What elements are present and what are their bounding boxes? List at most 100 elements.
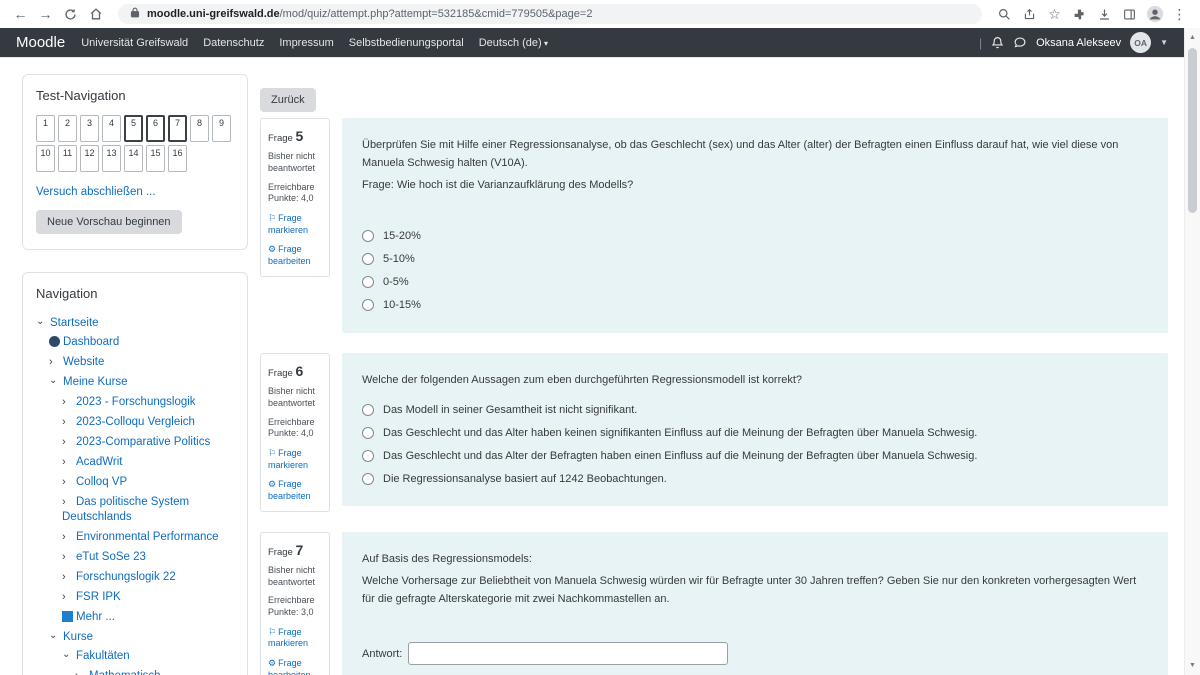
question-number-button[interactable]: 4: [102, 115, 121, 142]
question-number-button[interactable]: 8: [190, 115, 209, 142]
scrollbar-thumb[interactable]: [1188, 48, 1197, 213]
tree-item-link[interactable]: AcadWrit: [76, 456, 122, 468]
question-number-button[interactable]: 3: [80, 115, 99, 142]
question-number-button[interactable]: 6: [146, 115, 165, 142]
tree-item-link[interactable]: FSR IPK: [76, 591, 121, 603]
question-number-button[interactable]: 10: [36, 145, 55, 172]
edit-question-link[interactable]: ⚙Frage bearbeiten: [268, 479, 322, 502]
flag-question-link[interactable]: ⚐Frage markieren: [268, 213, 322, 236]
messages-icon[interactable]: [1013, 36, 1027, 49]
share-icon[interactable]: [1017, 3, 1042, 25]
download-icon[interactable]: [1092, 3, 1117, 25]
question-number-button[interactable]: 16: [168, 145, 187, 172]
navbar-link[interactable]: Datenschutz: [203, 37, 264, 49]
scroll-down-icon[interactable]: ▼: [1185, 658, 1200, 673]
tree-item-link[interactable]: Mathematisch-Naturwissenschaftliche Faku…: [75, 670, 193, 675]
answer-option[interactable]: Das Modell in seiner Gesamtheit ist nich…: [362, 398, 1148, 421]
edit-question-link[interactable]: ⚙Frage bearbeiten: [268, 658, 322, 675]
answer-option[interactable]: 0-5%: [362, 271, 1148, 294]
back-icon[interactable]: ←: [8, 3, 33, 25]
navbar-link[interactable]: Impressum: [279, 37, 333, 49]
user-name[interactable]: Oksana Alekseev: [1036, 37, 1121, 49]
tree-marker-icon[interactable]: [62, 570, 76, 584]
radio-button-icon[interactable]: [362, 404, 374, 416]
tree-marker-icon[interactable]: [36, 317, 50, 330]
tree-marker-icon[interactable]: [62, 395, 76, 409]
answer-option[interactable]: 5-10%: [362, 248, 1148, 271]
scroll-up-icon[interactable]: ▲: [1185, 30, 1200, 45]
finish-attempt-link[interactable]: Versuch abschließen ...: [36, 186, 234, 198]
tree-item-link[interactable]: 2023-Comparative Politics: [76, 436, 210, 448]
tree-item-link[interactable]: 2023 - Forschungslogik: [76, 396, 196, 408]
navbar-link[interactable]: Universität Greifswald: [81, 37, 188, 49]
tree-marker-icon[interactable]: [75, 669, 89, 675]
radio-button-icon[interactable]: [362, 473, 374, 485]
flag-question-link[interactable]: ⚐Frage markieren: [268, 448, 322, 471]
address-bar[interactable]: moodle.uni-greifswald.de/mod/quiz/attemp…: [118, 4, 982, 24]
tree-item-link[interactable]: Forschungslogik 22: [76, 571, 176, 583]
radio-button-icon[interactable]: [362, 450, 374, 462]
moodle-brand[interactable]: Moodle: [16, 34, 65, 51]
answer-option[interactable]: 10-15%: [362, 294, 1148, 317]
tree-marker-icon[interactable]: [49, 355, 63, 369]
radio-button-icon[interactable]: [362, 276, 374, 288]
question-number-button[interactable]: 14: [124, 145, 143, 172]
tree-item-link[interactable]: Startseite: [50, 317, 99, 329]
back-button[interactable]: Zurück: [260, 88, 316, 112]
radio-button-icon[interactable]: [362, 427, 374, 439]
tree-marker-icon[interactable]: [49, 336, 63, 349]
tree-marker-icon[interactable]: [62, 611, 76, 624]
tree-marker-icon[interactable]: [62, 495, 76, 509]
side-panel-icon[interactable]: [1117, 3, 1142, 25]
flag-question-link[interactable]: ⚐Frage markieren: [268, 627, 322, 650]
answer-option[interactable]: Das Geschlecht und das Alter der Befragt…: [362, 444, 1148, 467]
tree-marker-icon[interactable]: [49, 376, 63, 389]
reload-icon[interactable]: [58, 3, 83, 25]
notifications-bell-icon[interactable]: [991, 36, 1004, 49]
radio-button-icon[interactable]: [362, 299, 374, 311]
user-menu-caret-icon[interactable]: ▼: [1160, 38, 1168, 47]
page-scrollbar[interactable]: ▲ ▼: [1184, 28, 1200, 675]
radio-button-icon[interactable]: [362, 230, 374, 242]
navbar-link[interactable]: Deutsch (de): [479, 37, 548, 49]
extensions-icon[interactable]: [1067, 3, 1092, 25]
tree-marker-icon[interactable]: [62, 435, 76, 449]
tree-marker-icon[interactable]: [62, 590, 76, 604]
tree-marker-icon[interactable]: [49, 631, 63, 644]
tree-item-link[interactable]: eTut SoSe 23: [76, 551, 146, 563]
home-icon[interactable]: [83, 3, 108, 25]
tree-item-link[interactable]: Fakultäten: [76, 650, 130, 662]
question-number-button[interactable]: 12: [80, 145, 99, 172]
profile-icon[interactable]: [1142, 3, 1167, 25]
answer-input[interactable]: [408, 642, 728, 665]
question-number-button[interactable]: 1: [36, 115, 55, 142]
tree-marker-icon[interactable]: [62, 550, 76, 564]
tree-marker-icon[interactable]: [62, 475, 76, 489]
answer-option[interactable]: 15-20%: [362, 225, 1148, 248]
edit-question-link[interactable]: ⚙Frage bearbeiten: [268, 244, 322, 267]
question-number-button[interactable]: 2: [58, 115, 77, 142]
navbar-link[interactable]: Selbstbedienungsportal: [349, 37, 464, 49]
new-preview-button[interactable]: Neue Vorschau beginnen: [36, 210, 182, 234]
tree-item-link[interactable]: Dashboard: [63, 336, 119, 348]
answer-option[interactable]: Das Geschlecht und das Alter haben keine…: [362, 421, 1148, 444]
tree-marker-icon[interactable]: [62, 650, 76, 663]
tree-item-link[interactable]: Meine Kurse: [63, 376, 128, 388]
tree-item-link[interactable]: Environmental Performance: [76, 531, 219, 543]
question-number-button[interactable]: 5: [124, 115, 143, 142]
zoom-icon[interactable]: [992, 3, 1017, 25]
tree-item-link[interactable]: 2023-Colloqu Vergleich: [76, 416, 195, 428]
answer-option[interactable]: Die Regressionsanalyse basiert auf 1242 …: [362, 467, 1148, 490]
question-number-button[interactable]: 15: [146, 145, 165, 172]
question-number-button[interactable]: 7: [168, 115, 187, 142]
bookmark-star-icon[interactable]: ☆: [1042, 3, 1067, 25]
tree-item-link[interactable]: Website: [63, 356, 104, 368]
menu-kebab-icon[interactable]: ⋮: [1167, 3, 1192, 25]
radio-button-icon[interactable]: [362, 253, 374, 265]
tree-item-link[interactable]: Colloq VP: [76, 476, 127, 488]
tree-item-link[interactable]: Kurse: [63, 631, 93, 643]
user-avatar[interactable]: OA: [1130, 32, 1151, 53]
question-number-button[interactable]: 13: [102, 145, 121, 172]
forward-icon[interactable]: →: [33, 3, 58, 25]
tree-item-link[interactable]: Mehr ...: [76, 611, 115, 623]
